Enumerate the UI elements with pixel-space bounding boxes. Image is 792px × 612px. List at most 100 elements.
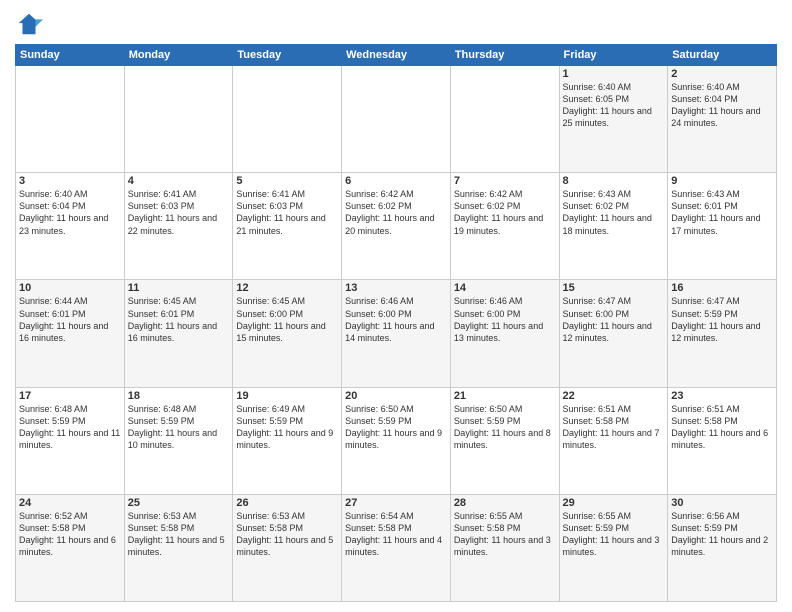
day-number: 17 (19, 390, 121, 402)
calendar-cell: 7Sunrise: 6:42 AM Sunset: 6:02 PM Daylig… (450, 173, 559, 280)
day-number: 4 (128, 175, 230, 187)
day-number: 14 (454, 282, 556, 294)
day-number: 20 (345, 390, 447, 402)
calendar-cell: 29Sunrise: 6:55 AM Sunset: 5:59 PM Dayli… (559, 494, 668, 601)
calendar-cell: 18Sunrise: 6:48 AM Sunset: 5:59 PM Dayli… (124, 387, 233, 494)
day-number: 25 (128, 497, 230, 509)
calendar-cell: 20Sunrise: 6:50 AM Sunset: 5:59 PM Dayli… (342, 387, 451, 494)
day-info: Sunrise: 6:53 AM Sunset: 5:58 PM Dayligh… (236, 510, 338, 559)
day-info: Sunrise: 6:49 AM Sunset: 5:59 PM Dayligh… (236, 403, 338, 452)
day-info: Sunrise: 6:40 AM Sunset: 6:05 PM Dayligh… (563, 81, 665, 130)
calendar-cell (16, 66, 125, 173)
day-info: Sunrise: 6:43 AM Sunset: 6:02 PM Dayligh… (563, 188, 665, 237)
day-info: Sunrise: 6:55 AM Sunset: 5:58 PM Dayligh… (454, 510, 556, 559)
day-number: 23 (671, 390, 773, 402)
day-info: Sunrise: 6:45 AM Sunset: 6:01 PM Dayligh… (128, 295, 230, 344)
day-number: 9 (671, 175, 773, 187)
calendar-cell: 8Sunrise: 6:43 AM Sunset: 6:02 PM Daylig… (559, 173, 668, 280)
logo (15, 10, 47, 38)
calendar-cell: 30Sunrise: 6:56 AM Sunset: 5:59 PM Dayli… (668, 494, 777, 601)
day-number: 28 (454, 497, 556, 509)
calendar-cell: 23Sunrise: 6:51 AM Sunset: 5:58 PM Dayli… (668, 387, 777, 494)
day-info: Sunrise: 6:40 AM Sunset: 6:04 PM Dayligh… (671, 81, 773, 130)
calendar-body: 1Sunrise: 6:40 AM Sunset: 6:05 PM Daylig… (16, 66, 777, 602)
calendar-table: SundayMondayTuesdayWednesdayThursdayFrid… (15, 44, 777, 602)
calendar-cell: 5Sunrise: 6:41 AM Sunset: 6:03 PM Daylig… (233, 173, 342, 280)
day-number: 1 (563, 68, 665, 80)
calendar-week-row: 1Sunrise: 6:40 AM Sunset: 6:05 PM Daylig… (16, 66, 777, 173)
page: SundayMondayTuesdayWednesdayThursdayFrid… (0, 0, 792, 612)
day-of-week-header: Wednesday (342, 45, 451, 66)
day-info: Sunrise: 6:51 AM Sunset: 5:58 PM Dayligh… (563, 403, 665, 452)
calendar-cell (233, 66, 342, 173)
day-number: 2 (671, 68, 773, 80)
day-info: Sunrise: 6:44 AM Sunset: 6:01 PM Dayligh… (19, 295, 121, 344)
day-number: 8 (563, 175, 665, 187)
day-info: Sunrise: 6:53 AM Sunset: 5:58 PM Dayligh… (128, 510, 230, 559)
day-info: Sunrise: 6:43 AM Sunset: 6:01 PM Dayligh… (671, 188, 773, 237)
calendar-cell: 15Sunrise: 6:47 AM Sunset: 6:00 PM Dayli… (559, 280, 668, 387)
calendar-cell: 2Sunrise: 6:40 AM Sunset: 6:04 PM Daylig… (668, 66, 777, 173)
day-number: 19 (236, 390, 338, 402)
day-number: 21 (454, 390, 556, 402)
day-info: Sunrise: 6:48 AM Sunset: 5:59 PM Dayligh… (128, 403, 230, 452)
day-number: 29 (563, 497, 665, 509)
calendar-cell: 25Sunrise: 6:53 AM Sunset: 5:58 PM Dayli… (124, 494, 233, 601)
calendar-cell: 11Sunrise: 6:45 AM Sunset: 6:01 PM Dayli… (124, 280, 233, 387)
day-number: 22 (563, 390, 665, 402)
day-info: Sunrise: 6:48 AM Sunset: 5:59 PM Dayligh… (19, 403, 121, 452)
day-info: Sunrise: 6:46 AM Sunset: 6:00 PM Dayligh… (454, 295, 556, 344)
calendar-cell: 22Sunrise: 6:51 AM Sunset: 5:58 PM Dayli… (559, 387, 668, 494)
calendar-cell: 28Sunrise: 6:55 AM Sunset: 5:58 PM Dayli… (450, 494, 559, 601)
day-number: 7 (454, 175, 556, 187)
calendar-cell: 21Sunrise: 6:50 AM Sunset: 5:59 PM Dayli… (450, 387, 559, 494)
logo-icon (15, 10, 43, 38)
calendar-cell (342, 66, 451, 173)
day-info: Sunrise: 6:50 AM Sunset: 5:59 PM Dayligh… (345, 403, 447, 452)
calendar-cell: 14Sunrise: 6:46 AM Sunset: 6:00 PM Dayli… (450, 280, 559, 387)
day-number: 13 (345, 282, 447, 294)
calendar-cell: 17Sunrise: 6:48 AM Sunset: 5:59 PM Dayli… (16, 387, 125, 494)
calendar-cell: 13Sunrise: 6:46 AM Sunset: 6:00 PM Dayli… (342, 280, 451, 387)
day-of-week-header: Monday (124, 45, 233, 66)
day-info: Sunrise: 6:50 AM Sunset: 5:59 PM Dayligh… (454, 403, 556, 452)
day-info: Sunrise: 6:42 AM Sunset: 6:02 PM Dayligh… (454, 188, 556, 237)
day-number: 30 (671, 497, 773, 509)
day-of-week-header: Tuesday (233, 45, 342, 66)
header (15, 10, 777, 38)
day-info: Sunrise: 6:41 AM Sunset: 6:03 PM Dayligh… (128, 188, 230, 237)
calendar-week-row: 17Sunrise: 6:48 AM Sunset: 5:59 PM Dayli… (16, 387, 777, 494)
day-info: Sunrise: 6:55 AM Sunset: 5:59 PM Dayligh… (563, 510, 665, 559)
day-info: Sunrise: 6:52 AM Sunset: 5:58 PM Dayligh… (19, 510, 121, 559)
day-info: Sunrise: 6:47 AM Sunset: 5:59 PM Dayligh… (671, 295, 773, 344)
day-info: Sunrise: 6:46 AM Sunset: 6:00 PM Dayligh… (345, 295, 447, 344)
day-of-week-header: Thursday (450, 45, 559, 66)
calendar-cell (450, 66, 559, 173)
calendar-cell: 26Sunrise: 6:53 AM Sunset: 5:58 PM Dayli… (233, 494, 342, 601)
calendar-cell: 24Sunrise: 6:52 AM Sunset: 5:58 PM Dayli… (16, 494, 125, 601)
calendar-cell: 1Sunrise: 6:40 AM Sunset: 6:05 PM Daylig… (559, 66, 668, 173)
calendar-cell: 9Sunrise: 6:43 AM Sunset: 6:01 PM Daylig… (668, 173, 777, 280)
calendar-cell: 12Sunrise: 6:45 AM Sunset: 6:00 PM Dayli… (233, 280, 342, 387)
day-number: 24 (19, 497, 121, 509)
day-of-week-header: Saturday (668, 45, 777, 66)
calendar-week-row: 24Sunrise: 6:52 AM Sunset: 5:58 PM Dayli… (16, 494, 777, 601)
day-number: 27 (345, 497, 447, 509)
day-number: 26 (236, 497, 338, 509)
day-of-week-header: Friday (559, 45, 668, 66)
day-info: Sunrise: 6:47 AM Sunset: 6:00 PM Dayligh… (563, 295, 665, 344)
day-info: Sunrise: 6:42 AM Sunset: 6:02 PM Dayligh… (345, 188, 447, 237)
day-number: 3 (19, 175, 121, 187)
calendar-cell: 16Sunrise: 6:47 AM Sunset: 5:59 PM Dayli… (668, 280, 777, 387)
day-number: 12 (236, 282, 338, 294)
day-info: Sunrise: 6:45 AM Sunset: 6:00 PM Dayligh… (236, 295, 338, 344)
day-info: Sunrise: 6:56 AM Sunset: 5:59 PM Dayligh… (671, 510, 773, 559)
header-row: SundayMondayTuesdayWednesdayThursdayFrid… (16, 45, 777, 66)
day-info: Sunrise: 6:40 AM Sunset: 6:04 PM Dayligh… (19, 188, 121, 237)
day-number: 18 (128, 390, 230, 402)
calendar-cell: 19Sunrise: 6:49 AM Sunset: 5:59 PM Dayli… (233, 387, 342, 494)
day-info: Sunrise: 6:51 AM Sunset: 5:58 PM Dayligh… (671, 403, 773, 452)
calendar-week-row: 3Sunrise: 6:40 AM Sunset: 6:04 PM Daylig… (16, 173, 777, 280)
calendar-cell: 3Sunrise: 6:40 AM Sunset: 6:04 PM Daylig… (16, 173, 125, 280)
day-number: 15 (563, 282, 665, 294)
